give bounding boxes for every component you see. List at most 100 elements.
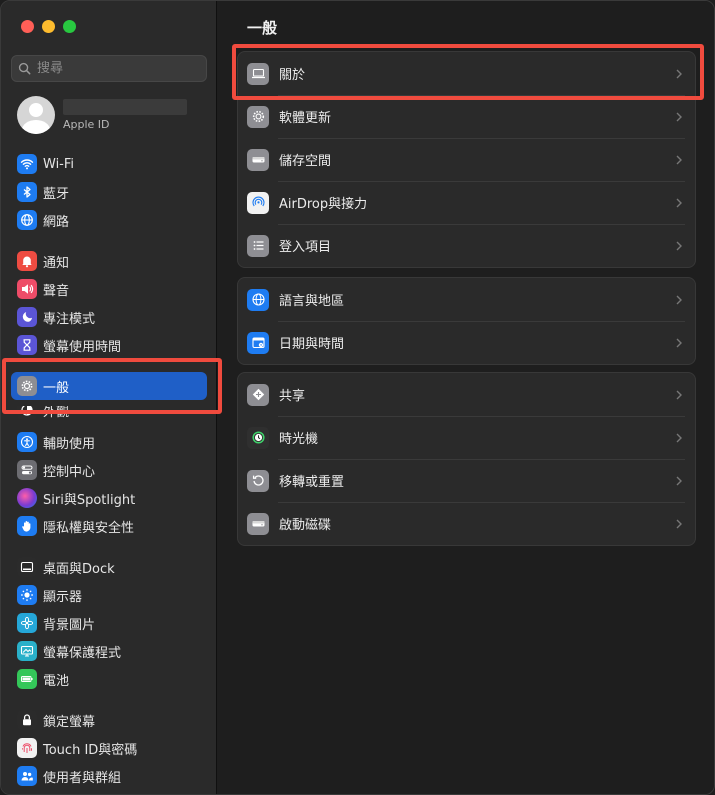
sidebar-item-focus[interactable]: 專注模式 [11,303,207,331]
laptop-icon [247,62,269,85]
sidebar-item-label: 網路 [43,214,70,230]
row-login-items[interactable]: 登入項目 [238,224,695,267]
window-controls [21,20,76,33]
row-startup-disk[interactable]: 啟動磁碟 [238,502,695,545]
globe-icon [17,210,37,230]
sidebar-item-screen-saver[interactable]: 螢幕保護程式 [11,637,207,665]
sidebar-item-appearance[interactable]: 外觀 [11,406,207,422]
sidebar-item-general[interactable]: 一般 [11,372,207,400]
reset-icon [247,469,269,492]
sidebar-item-wifi[interactable]: Wi-Fi [11,150,207,178]
chevron-right-icon [676,295,682,304]
row-label: 共享 [279,389,306,404]
avatar [17,96,55,134]
sidebar-item-touch-id[interactable]: Touch ID與密碼 [11,734,207,762]
sidebar-item-desktop-dock[interactable]: 桌面與Dock [11,553,207,581]
wifi-icon [17,154,37,174]
hand-icon [17,516,37,536]
sidebar-item-notifications[interactable]: 通知 [11,247,207,275]
settings-group-language-time: 語言與地區 日期與時間 [237,277,696,365]
sidebar-item-privacy-security[interactable]: 隱私權與安全性 [11,512,207,540]
sidebar-item-lock-screen[interactable]: 鎖定螢幕 [11,706,207,734]
account-name-redacted [63,99,187,115]
row-language-region[interactable]: 語言與地區 [238,278,695,321]
main-panel: 一般 關於 軟體更新 儲存空間 AirDrop與接力 登入項目 語言與地區 日期… [218,1,714,794]
share-icon [247,383,269,406]
sidebar-item-label: Touch ID與密碼 [43,742,138,758]
row-label: 啟動磁碟 [279,518,332,533]
drive-icon [247,512,269,535]
sidebar-item-wallpaper[interactable]: 背景圖片 [11,609,207,637]
dock-icon [17,557,37,577]
sidebar-item-sound[interactable]: 聲音 [11,275,207,303]
accessibility-icon [17,432,37,452]
search-input[interactable] [37,61,187,76]
row-storage[interactable]: 儲存空間 [238,138,695,181]
row-label: 軟體更新 [279,111,332,126]
minimize-button[interactable] [42,20,55,33]
sidebar-item-control-center[interactable]: 控制中心 [11,456,207,484]
sidebar-item-label: 使用者與群組 [43,770,122,786]
chevron-right-icon [676,241,682,250]
page-title: 一般 [247,19,278,37]
drive-icon [247,148,269,171]
sidebar-item-label: 聲音 [43,283,70,299]
settings-group-sharing: 共享 時光機 移轉或重置 啟動磁碟 [237,372,696,546]
row-transfer-reset[interactable]: 移轉或重置 [238,459,695,502]
screensaver-icon [17,641,37,661]
sidebar-item-label: 輔助使用 [43,436,96,452]
row-airdrop-handoff[interactable]: AirDrop與接力 [238,181,695,224]
row-time-machine[interactable]: 時光機 [238,416,695,459]
row-software-update[interactable]: 軟體更新 [238,95,695,138]
sidebar-item-label: 顯示器 [43,589,83,605]
close-button[interactable] [21,20,34,33]
control-center-icon [17,460,37,480]
row-sharing[interactable]: 共享 [238,373,695,416]
hourglass-icon [17,335,37,355]
sidebar-item-siri-spotlight[interactable]: Siri與Spotlight [11,484,207,512]
bell-icon [17,251,37,271]
sidebar-item-bluetooth[interactable]: 藍牙 [11,178,207,206]
row-about[interactable]: 關於 [238,52,695,95]
sidebar-item-accessibility[interactable]: 輔助使用 [11,428,207,456]
sidebar-item-battery[interactable]: 電池 [11,665,207,693]
chevron-right-icon [676,390,682,399]
sidebar-item-label: 藍牙 [43,186,70,202]
chevron-right-icon [676,433,682,442]
chevron-right-icon [676,519,682,528]
row-label: 日期與時間 [279,337,345,352]
time-machine-icon [247,426,269,449]
sun-icon [17,585,37,605]
zoom-button[interactable] [63,20,76,33]
globe-icon [247,288,269,311]
moon-icon [17,307,37,327]
sidebar-item-label: Wi-Fi [43,156,75,172]
sidebar-item-users-groups[interactable]: 使用者與群組 [11,762,207,790]
apple-id-account[interactable]: Apple ID [17,95,187,135]
sidebar-item-label: 螢幕使用時間 [43,339,122,355]
gear-badge-icon [247,105,269,128]
sidebar-item-label: 隱私權與安全性 [43,520,135,536]
sidebar-item-label: 一般 [43,380,70,396]
search-box[interactable] [11,55,207,82]
sidebar-item-network[interactable]: 網路 [11,206,207,234]
search-icon [18,62,31,75]
sidebar-item-label: 專注模式 [43,311,96,327]
sidebar-item-screen-time[interactable]: 螢幕使用時間 [11,331,207,359]
sidebar-item-label: 鎖定螢幕 [43,714,96,730]
sidebar-item-displays[interactable]: 顯示器 [11,581,207,609]
sidebar-item-label: 背景圖片 [43,617,96,633]
row-label: 關於 [279,68,306,83]
row-label: 儲存空間 [279,154,332,169]
row-date-time[interactable]: 日期與時間 [238,321,695,364]
settings-group-system: 關於 軟體更新 儲存空間 AirDrop與接力 登入項目 [237,51,696,268]
sidebar-item-label: 桌面與Dock [43,561,115,577]
siri-icon [17,488,37,508]
users-icon [17,766,37,786]
chevron-right-icon [676,338,682,347]
sidebar-item-label: 控制中心 [43,464,96,480]
row-label: 移轉或重置 [279,475,345,490]
bluetooth-icon [17,182,37,202]
sidebar-item-label: 外觀 [43,406,70,420]
gear-icon [17,376,37,396]
